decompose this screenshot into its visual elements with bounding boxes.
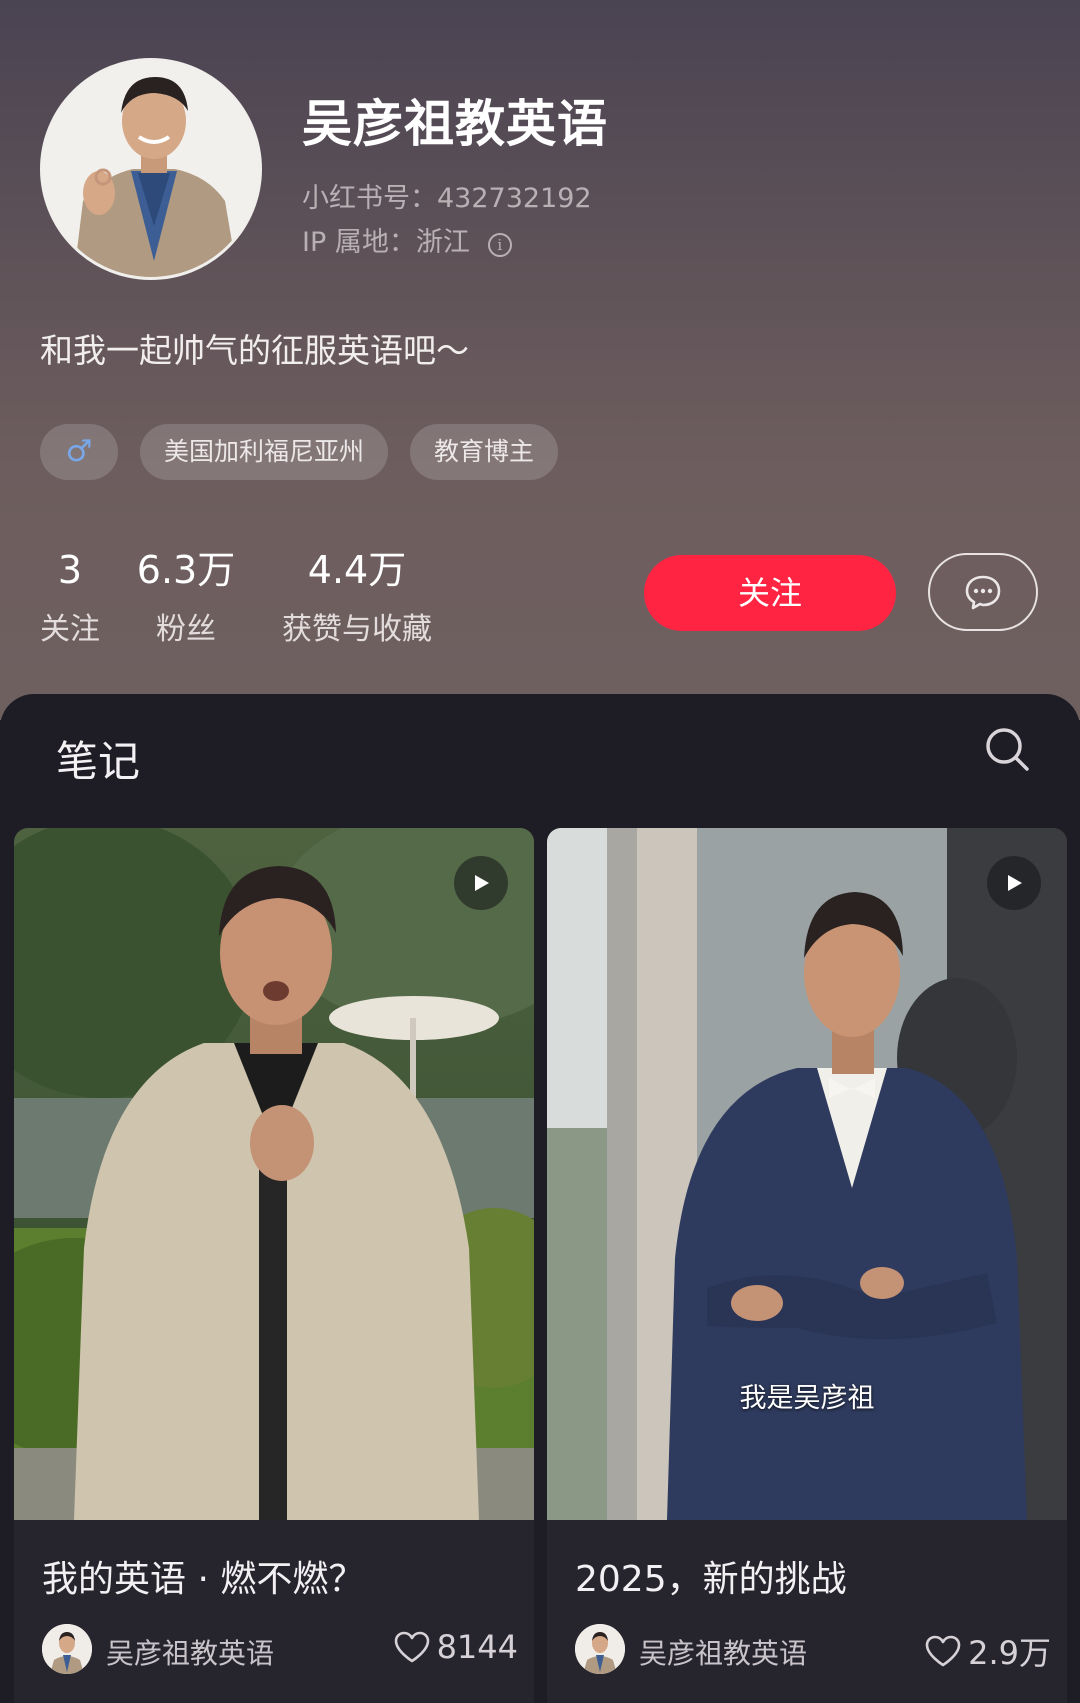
follow-button[interactable]: 关注 bbox=[644, 555, 896, 631]
ip-location-text: IP 属地：浙江 bbox=[302, 227, 470, 258]
stat-followers[interactable]: 6.3万 粉丝 bbox=[136, 548, 236, 648]
author-name[interactable]: 吴彦祖教英语 bbox=[106, 1632, 274, 1672]
stat-likes-collections[interactable]: 4.4万 获赞与收藏 bbox=[272, 548, 442, 648]
chat-bubble-icon bbox=[965, 575, 1001, 610]
red-id: 小红书号：432732192 bbox=[302, 183, 592, 214]
stat-value: 6.3万 bbox=[136, 548, 236, 592]
note-footer: 吴彦祖教英语 2.9万 bbox=[575, 1624, 1051, 1676]
author-avatar[interactable] bbox=[575, 1624, 625, 1674]
avatar-portrait bbox=[43, 61, 259, 277]
stat-label: 获赞与收藏 bbox=[282, 612, 432, 647]
profile-page: 吴彦祖教英语 小红书号：432732192 IP 属地：浙江 i 和我一起帅气的征… bbox=[0, 0, 1080, 1703]
notes-header: 笔记 bbox=[0, 694, 1080, 814]
note-footer: 吴彦祖教英语 8144 bbox=[42, 1624, 518, 1676]
profile-name: 吴彦祖教英语 bbox=[302, 95, 608, 153]
profile-stats: 3 关注 6.3万 粉丝 4.4万 获赞与收藏 bbox=[40, 548, 442, 648]
like-button[interactable]: 8144 bbox=[393, 1628, 518, 1666]
profile-tags: ♂ 美国加利福尼亚州 教育博主 bbox=[40, 424, 559, 480]
profile-avatar[interactable] bbox=[40, 58, 262, 280]
note-card[interactable]: 我是吴彦祖 2025，新的挑战 吴彦祖教英语 2.9万 bbox=[547, 828, 1067, 1703]
author-avatar[interactable] bbox=[42, 1624, 92, 1674]
stat-following[interactable]: 3 关注 bbox=[40, 548, 100, 648]
stat-value: 3 bbox=[57, 548, 83, 592]
search-button[interactable] bbox=[982, 724, 1034, 776]
video-play-icon bbox=[987, 856, 1041, 910]
note-thumbnail[interactable]: 我是吴彦祖 bbox=[547, 828, 1067, 1520]
video-subtitle: 我是吴彦祖 bbox=[739, 1383, 875, 1414]
thumbnail-image bbox=[547, 828, 1067, 1520]
heart-icon bbox=[394, 1631, 429, 1663]
like-button[interactable]: 2.9万 bbox=[924, 1628, 1051, 1674]
profile-bio: 和我一起帅气的征服英语吧～ bbox=[40, 331, 469, 370]
stat-label: 关注 bbox=[40, 612, 100, 647]
stat-label: 粉丝 bbox=[156, 612, 216, 647]
author-name[interactable]: 吴彦祖教英语 bbox=[639, 1632, 807, 1672]
notes-panel: 笔记 我的英语 · 燃不燃？ 吴彦祖教英语 8144 我是吴彦祖 2025，新的… bbox=[0, 694, 1080, 1703]
thumbnail-image bbox=[14, 828, 534, 1520]
note-card[interactable]: 我的英语 · 燃不燃？ 吴彦祖教英语 8144 bbox=[14, 828, 534, 1703]
category-tag[interactable]: 教育博主 bbox=[410, 424, 559, 480]
male-icon: ♂ bbox=[65, 434, 93, 469]
stat-value: 4.4万 bbox=[307, 548, 407, 592]
tab-notes[interactable]: 笔记 bbox=[56, 728, 140, 789]
message-button[interactable] bbox=[928, 553, 1038, 631]
gender-tag: ♂ bbox=[40, 424, 118, 480]
like-count: 8144 bbox=[436, 1628, 518, 1666]
note-title[interactable]: 我的英语 · 燃不燃？ bbox=[42, 1550, 364, 1602]
ip-location: IP 属地：浙江 i bbox=[302, 220, 512, 259]
like-count: 2.9万 bbox=[968, 1634, 1051, 1672]
heart-icon bbox=[925, 1635, 961, 1667]
video-play-icon bbox=[454, 856, 508, 910]
search-icon bbox=[986, 728, 1029, 771]
profile-header: 吴彦祖教英语 小红书号：432732192 IP 属地：浙江 i 和我一起帅气的征… bbox=[0, 0, 1080, 720]
location-tag[interactable]: 美国加利福尼亚州 bbox=[140, 424, 389, 480]
note-title[interactable]: 2025，新的挑战 bbox=[575, 1550, 847, 1602]
info-icon[interactable]: i bbox=[487, 233, 512, 257]
note-thumbnail[interactable] bbox=[14, 828, 534, 1520]
